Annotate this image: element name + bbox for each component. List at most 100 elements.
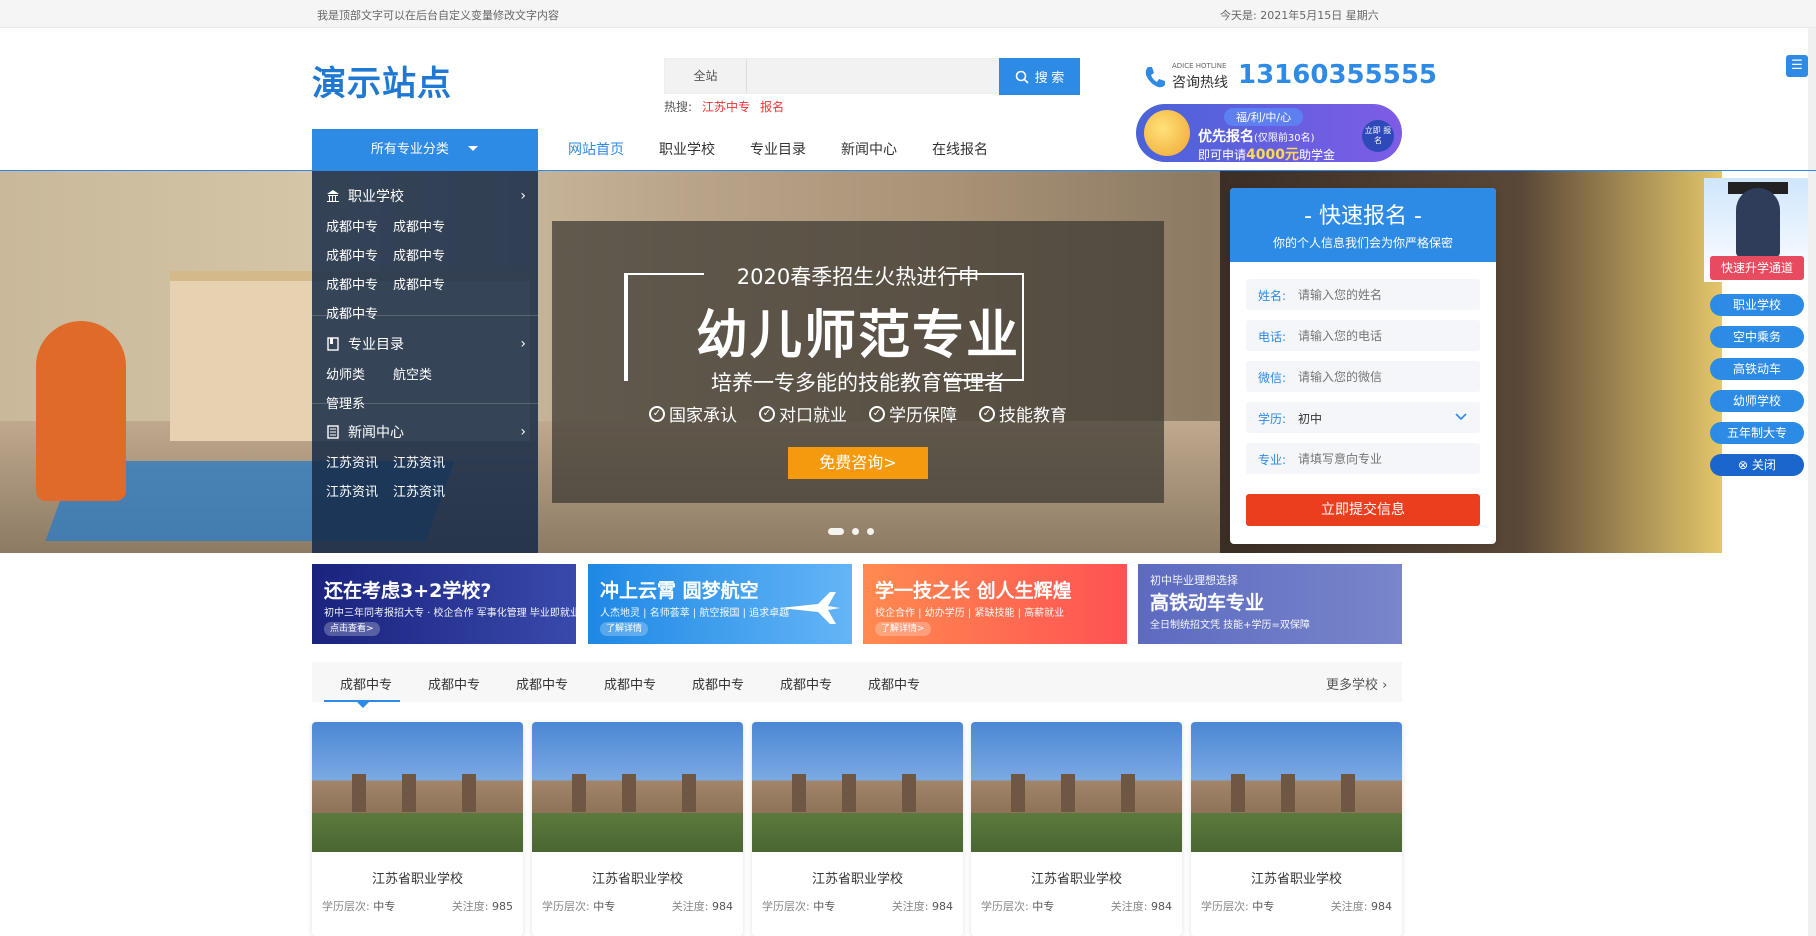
search-scope-select[interactable]: 全站 xyxy=(665,59,747,93)
nav-item-news[interactable]: 新闻中心 xyxy=(841,139,897,159)
sidebar-link[interactable]: 成都中专 xyxy=(393,273,460,298)
school-card[interactable]: 江苏省职业学校 学历层次: 中专 关注度: 984 xyxy=(971,722,1182,936)
float-item[interactable]: 五年制大专 xyxy=(1710,422,1804,444)
ad-banner[interactable]: 学一技之长 创人生辉煌 校企合作 | 幼办学历 | 紧缺技能 | 高薪就业 了解… xyxy=(863,564,1127,644)
chat-icon[interactable]: ☰ xyxy=(1786,55,1808,77)
site-logo[interactable]: 演示站点 xyxy=(312,56,452,105)
check-icon: ✓ xyxy=(759,405,775,422)
school-photo xyxy=(312,722,523,852)
sidebar-link[interactable]: 成都中专 xyxy=(326,215,393,240)
education-select[interactable]: 学历: 初中 xyxy=(1246,402,1480,433)
ad-banner[interactable]: 初中毕业理想选择 高铁动车专业 全日制统招文凭 技能+学历=双保障 xyxy=(1138,564,1402,644)
wechat-input[interactable] xyxy=(1296,365,1471,388)
chevron-right-icon: › xyxy=(520,336,526,352)
submit-button[interactable]: 立即提交信息 xyxy=(1246,494,1480,526)
building-icon xyxy=(327,190,339,202)
school-name: 江苏省职业学校 xyxy=(811,872,903,887)
major-field: 专业: xyxy=(1246,443,1480,474)
school-card[interactable]: 江苏省职业学校 学历层次: 中专 关注度: 984 xyxy=(1191,722,1402,936)
float-item[interactable]: 幼师学校 xyxy=(1710,390,1804,412)
category-sidebar: 职业学校 › 成都中专 成都中专 成都中专 成都中专 成都中专 成都中专 成都中… xyxy=(312,171,538,553)
school-tab[interactable]: 成都中专 xyxy=(340,674,392,693)
form-title: - 快速报名 - xyxy=(1304,204,1422,229)
fast-track-title[interactable]: 快速升学通道 xyxy=(1710,256,1804,280)
name-input[interactable] xyxy=(1296,283,1471,306)
ad-banner[interactable]: 冲上云霄 圆梦航空 人杰地灵 | 名师荟萃 | 航空报国 | 追求卓越 了解详情 xyxy=(588,564,852,644)
hot-search-label: 热搜: xyxy=(664,100,693,114)
book-icon xyxy=(327,337,339,351)
school-photo xyxy=(532,722,743,852)
sidebar-link[interactable]: 管理系 xyxy=(326,392,393,417)
school-photo xyxy=(971,722,1182,852)
free-consult-button[interactable]: 免费咨询> xyxy=(788,447,928,479)
hot-search-link[interactable]: 报名 xyxy=(760,100,784,114)
school-card[interactable]: 江苏省职业学校 学历层次: 中专 关注度: 984 xyxy=(752,722,963,936)
phone-icon xyxy=(1145,67,1165,88)
school-card[interactable]: 江苏省职业学校 学历层次: 中专 关注度: 984 xyxy=(532,722,743,936)
nav-item-home[interactable]: 网站首页 xyxy=(568,139,624,159)
school-tab[interactable]: 成都中专 xyxy=(692,674,744,693)
school-tab[interactable]: 成都中专 xyxy=(516,674,568,693)
all-categories-button[interactable]: 所有专业分类 xyxy=(312,129,538,171)
nav-item-majors[interactable]: 专业目录 xyxy=(750,139,806,159)
school-tab[interactable]: 成都中专 xyxy=(780,674,832,693)
chevron-down-icon xyxy=(1455,413,1467,421)
phone-input[interactable] xyxy=(1296,324,1471,347)
carousel-dot[interactable] xyxy=(828,528,844,535)
promo-banner[interactable]: 福/利/中/心 优先报名(仅限前30名) 即可申请4000元助学金 立即 报名 xyxy=(1136,104,1402,162)
ad-banner[interactable]: 还在考虑3+2学校? 初中三年同考报招大专 · 校企合作 军事化管理 毕业即就业… xyxy=(312,564,576,644)
search-button[interactable]: 搜 索 xyxy=(999,58,1080,95)
hero-overlay: 2020春季招生火热进行中 幼儿师范专业 培养一专多能的技能教育管理者 ✓ 国家承… xyxy=(552,221,1164,503)
quick-signup-form: - 快速报名 - 你的个人信息我们会为你严格保密 姓名: 电话: 微信: 学历:… xyxy=(1230,188,1496,544)
promo-signup-button[interactable]: 立即 报名 xyxy=(1362,120,1394,152)
promo-pill: 福/利/中/心 xyxy=(1224,108,1304,126)
hot-search-link[interactable]: 江苏中专 xyxy=(702,100,750,114)
school-tab[interactable]: 成都中专 xyxy=(868,674,920,693)
sidebar-link[interactable]: 成都中专 xyxy=(326,244,393,269)
float-item[interactable]: 高铁动车 xyxy=(1710,358,1804,380)
hero-tagline: 培养一专多能的技能教育管理者 xyxy=(711,371,1005,395)
more-schools-link[interactable]: 更多学校 › xyxy=(1326,674,1387,693)
school-name: 江苏省职业学校 xyxy=(371,872,463,887)
hotline-label: 咨询热线 xyxy=(1172,75,1228,91)
hotline-number: 13160355555 xyxy=(1238,60,1437,90)
sidebar-link[interactable]: 幼师类 xyxy=(326,363,393,388)
nav-item-schools[interactable]: 职业学校 xyxy=(659,139,715,159)
carousel-dot[interactable] xyxy=(867,528,874,535)
top-bar: 我是顶部文字可以在后台自定义变量修改文字内容 今天是: 2021年5月15日 星… xyxy=(0,0,1816,28)
float-close-button[interactable]: ⊗ 关闭 xyxy=(1710,454,1804,476)
name-field: 姓名: xyxy=(1246,279,1480,310)
float-item[interactable]: 空中乘务 xyxy=(1710,326,1804,348)
sidebar-section-schools: 职业学校 › 成都中专 成都中专 成都中专 成都中专 成都中专 成都中专 成都中… xyxy=(326,185,526,327)
school-tab[interactable]: 成都中专 xyxy=(428,674,480,693)
check-icon: ✓ xyxy=(979,405,995,422)
sidebar-link[interactable]: 成都中专 xyxy=(393,244,460,269)
sidebar-section-title: 职业学校 xyxy=(348,189,404,205)
sidebar-section-news: 新闻中心 › 江苏资讯 江苏资讯 江苏资讯 江苏资讯 xyxy=(326,421,526,505)
sidebar-link[interactable]: 江苏资讯 xyxy=(393,451,460,476)
carousel-dot[interactable] xyxy=(852,528,859,535)
graduate-figure xyxy=(1736,188,1780,258)
float-item[interactable]: 职业学校 xyxy=(1710,294,1804,316)
nav-item-apply[interactable]: 在线报名 xyxy=(932,139,988,159)
major-input[interactable] xyxy=(1296,447,1471,470)
sidebar-link[interactable]: 成都中专 xyxy=(326,273,393,298)
top-bar-text: 我是顶部文字可以在后台自定义变量修改文字内容 xyxy=(317,9,559,22)
wechat-field: 微信: xyxy=(1246,361,1480,392)
carousel-dots xyxy=(828,528,874,535)
sidebar-section-majors: 专业目录 › 幼师类 航空类 管理系 xyxy=(326,333,526,417)
search-input[interactable] xyxy=(749,59,999,93)
sidebar-link[interactable]: 航空类 xyxy=(393,363,460,388)
school-card[interactable]: 江苏省职业学校 学历层次: 中专 关注度: 985 xyxy=(312,722,523,936)
sidebar-link[interactable]: 成都中专 xyxy=(393,215,460,240)
scrollbar[interactable] xyxy=(1808,28,1816,936)
hero-feature: ✓ 国家承认 xyxy=(649,401,737,426)
sidebar-link[interactable]: 江苏资讯 xyxy=(326,480,393,505)
school-photo xyxy=(752,722,963,852)
sidebar-link[interactable]: 江苏资讯 xyxy=(393,480,460,505)
top-bar-date: 今天是: 2021年5月15日 星期六 xyxy=(1220,9,1379,22)
school-tab[interactable]: 成都中专 xyxy=(604,674,656,693)
sidebar-link[interactable]: 江苏资讯 xyxy=(326,451,393,476)
caret-down-icon xyxy=(468,146,479,151)
gnome-figure xyxy=(36,321,126,501)
